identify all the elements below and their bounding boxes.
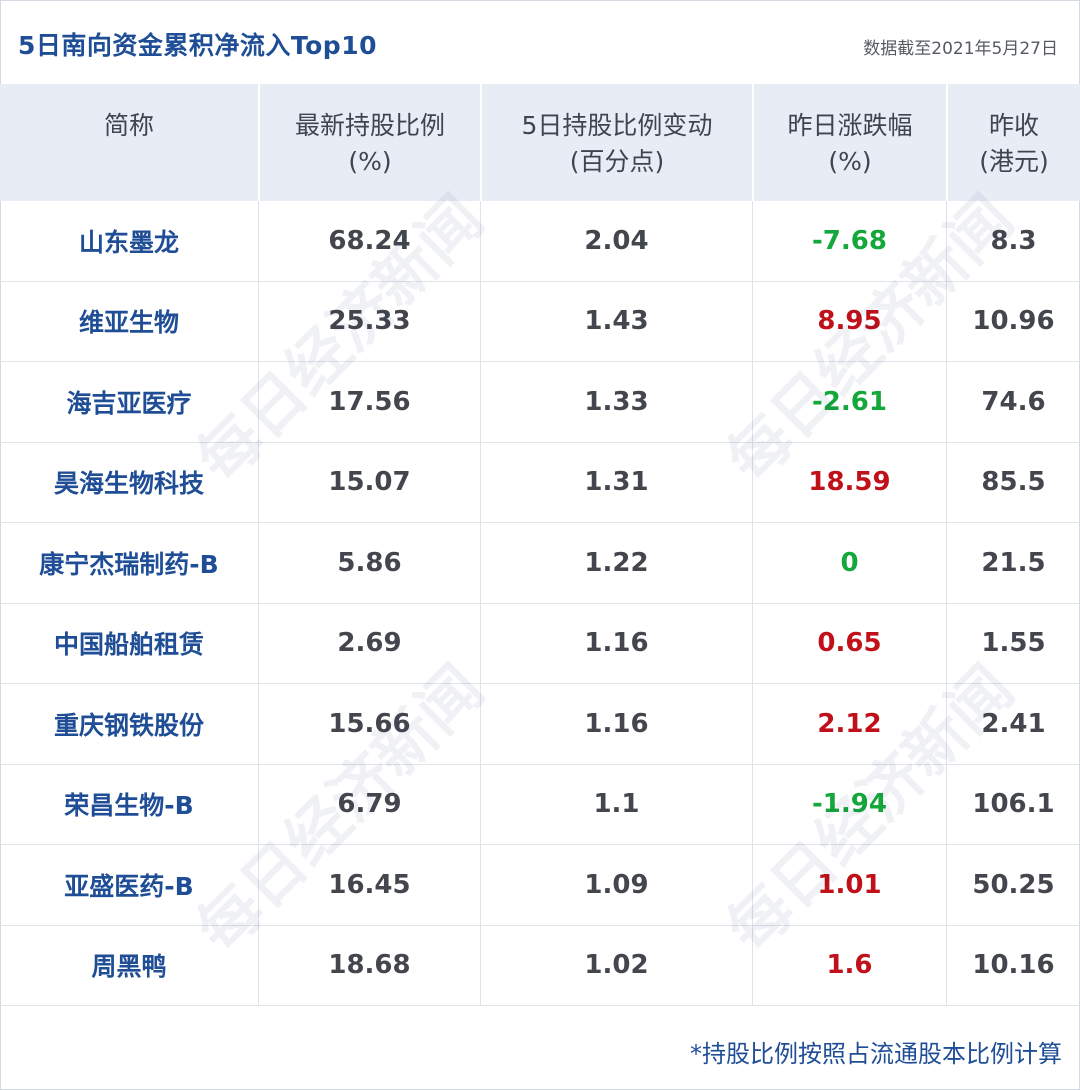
table-cell-pct: 0.65 bbox=[752, 603, 946, 683]
table-cell-name: 亚盛医药-B bbox=[64, 871, 194, 901]
column-header-line1: 昨收 bbox=[988, 111, 1039, 140]
table-cell-pct: 1.6 bbox=[752, 925, 946, 1005]
table-cell-pct: 2.12 bbox=[752, 684, 946, 764]
column-header-line1: 最新持股比例 bbox=[294, 111, 445, 140]
column-header-name: 简称 bbox=[0, 84, 258, 201]
table-cell-holding: 15.07 bbox=[258, 442, 480, 522]
table-cell-change: 2.04 bbox=[480, 201, 752, 281]
table-cell-holding: 68.24 bbox=[258, 201, 480, 281]
table-cell-holding: 17.56 bbox=[258, 362, 480, 442]
column-header-line2: (百分点) bbox=[569, 147, 665, 176]
column-header-line2: (%) bbox=[348, 147, 392, 176]
table-cell-name: 荣昌生物-B bbox=[64, 791, 194, 821]
column-header-line1: 简称 bbox=[103, 111, 154, 140]
table-row: 山东墨龙 68.24 2.04 -7.68 8.3 bbox=[0, 201, 1080, 282]
table-cell-close: 10.16 bbox=[946, 925, 1080, 1005]
table-body: 山东墨龙 68.24 2.04 -7.68 8.3 维亚生物 25.33 1.43 8.95 10… bbox=[0, 201, 1080, 1006]
table-row: 昊海生物科技 15.07 1.31 18.59 85.5 bbox=[0, 442, 1080, 523]
table-cell-change: 1.16 bbox=[480, 684, 752, 764]
table-cell-name: 山东墨龙 bbox=[78, 227, 179, 257]
table-cell-name: 昊海生物科技 bbox=[53, 469, 204, 499]
table-cell-close: 8.3 bbox=[946, 201, 1080, 281]
table-cell-pct: 0 bbox=[752, 523, 946, 603]
table-cell-holding: 18.68 bbox=[258, 925, 480, 1005]
table-cell-close: 1.55 bbox=[946, 603, 1080, 683]
column-header-line2: (%) bbox=[828, 147, 872, 176]
table-cell-name: 重庆钢铁股份 bbox=[53, 710, 204, 740]
table-cell-pct: 1.01 bbox=[752, 845, 946, 925]
table-cell-holding: 2.69 bbox=[258, 603, 480, 683]
table-cell-change: 1.33 bbox=[480, 362, 752, 442]
footnote: *持股比例按照占流通股本比例计算 bbox=[690, 1040, 1062, 1068]
table-cell-holding: 5.86 bbox=[258, 523, 480, 603]
table-cell-change: 1.31 bbox=[480, 442, 752, 522]
column-header-close: 昨收 (港元) bbox=[946, 84, 1080, 201]
table-cell-pct: 8.95 bbox=[752, 281, 946, 361]
column-header-holding: 最新持股比例 (%) bbox=[258, 84, 480, 201]
table-row: 周黑鸭 18.68 1.02 1.6 10.16 bbox=[0, 925, 1080, 1006]
table-row: 康宁杰瑞制药-B 5.86 1.22 0 21.5 bbox=[0, 523, 1080, 604]
column-header-change: 5日持股比例变动 (百分点) bbox=[480, 84, 752, 201]
table-cell-close: 21.5 bbox=[946, 523, 1080, 603]
table-cell-close: 2.41 bbox=[946, 684, 1080, 764]
column-header-line1: 昨日涨跌幅 bbox=[787, 111, 913, 140]
table-cell-change: 1.02 bbox=[480, 925, 752, 1005]
table-cell-holding: 25.33 bbox=[258, 281, 480, 361]
data-date: 数据截至2021年5月27日 bbox=[863, 39, 1058, 59]
table-cell-name: 周黑鸭 bbox=[91, 952, 167, 982]
table-cell-pct: -2.61 bbox=[752, 362, 946, 442]
page-title: 5日南向资金累积净流入Top10 bbox=[18, 31, 377, 60]
table-cell-pct: 18.59 bbox=[752, 442, 946, 522]
table-cell-close: 74.6 bbox=[946, 362, 1080, 442]
column-header-pct: 昨日涨跌幅 (%) bbox=[752, 84, 946, 201]
column-header-line1: 5日持股比例变动 bbox=[521, 111, 713, 140]
table-row: 海吉亚医疗 17.56 1.33 -2.61 74.6 bbox=[0, 362, 1080, 443]
table-cell-close: 106.1 bbox=[946, 764, 1080, 844]
table-cell-close: 10.96 bbox=[946, 281, 1080, 361]
table-row: 亚盛医药-B 16.45 1.09 1.01 50.25 bbox=[0, 845, 1080, 926]
table-cell-change: 1.1 bbox=[480, 764, 752, 844]
table-cell-close: 50.25 bbox=[946, 845, 1080, 925]
table-cell-change: 1.43 bbox=[480, 281, 752, 361]
table-cell-name: 海吉亚医疗 bbox=[66, 388, 192, 418]
table-row: 重庆钢铁股份 15.66 1.16 2.12 2.41 bbox=[0, 684, 1080, 765]
table-cell-name: 维亚生物 bbox=[78, 308, 179, 338]
column-header-line2: (港元) bbox=[979, 147, 1049, 176]
table-row: 荣昌生物-B 6.79 1.1 -1.94 106.1 bbox=[0, 764, 1080, 845]
table-cell-name: 康宁杰瑞制药-B bbox=[39, 549, 219, 579]
table-cell-pct: -7.68 bbox=[752, 201, 946, 281]
table-cell-close: 85.5 bbox=[946, 442, 1080, 522]
table-cell-name: 中国船舶租赁 bbox=[53, 630, 204, 660]
table-cell-pct: -1.94 bbox=[752, 764, 946, 844]
table-cell-holding: 15.66 bbox=[258, 684, 480, 764]
table-cell-change: 1.16 bbox=[480, 603, 752, 683]
table-cell-change: 1.22 bbox=[480, 523, 752, 603]
table-row: 中国船舶租赁 2.69 1.16 0.65 1.55 bbox=[0, 603, 1080, 684]
table-header: 简称 最新持股比例 (%) 5日持股比例变动 (百分点) 昨日涨跌幅 (%) 昨… bbox=[0, 84, 1080, 201]
table-row: 维亚生物 25.33 1.43 8.95 10.96 bbox=[0, 281, 1080, 362]
table-cell-holding: 16.45 bbox=[258, 845, 480, 925]
table-cell-change: 1.09 bbox=[480, 845, 752, 925]
table-cell-holding: 6.79 bbox=[258, 764, 480, 844]
